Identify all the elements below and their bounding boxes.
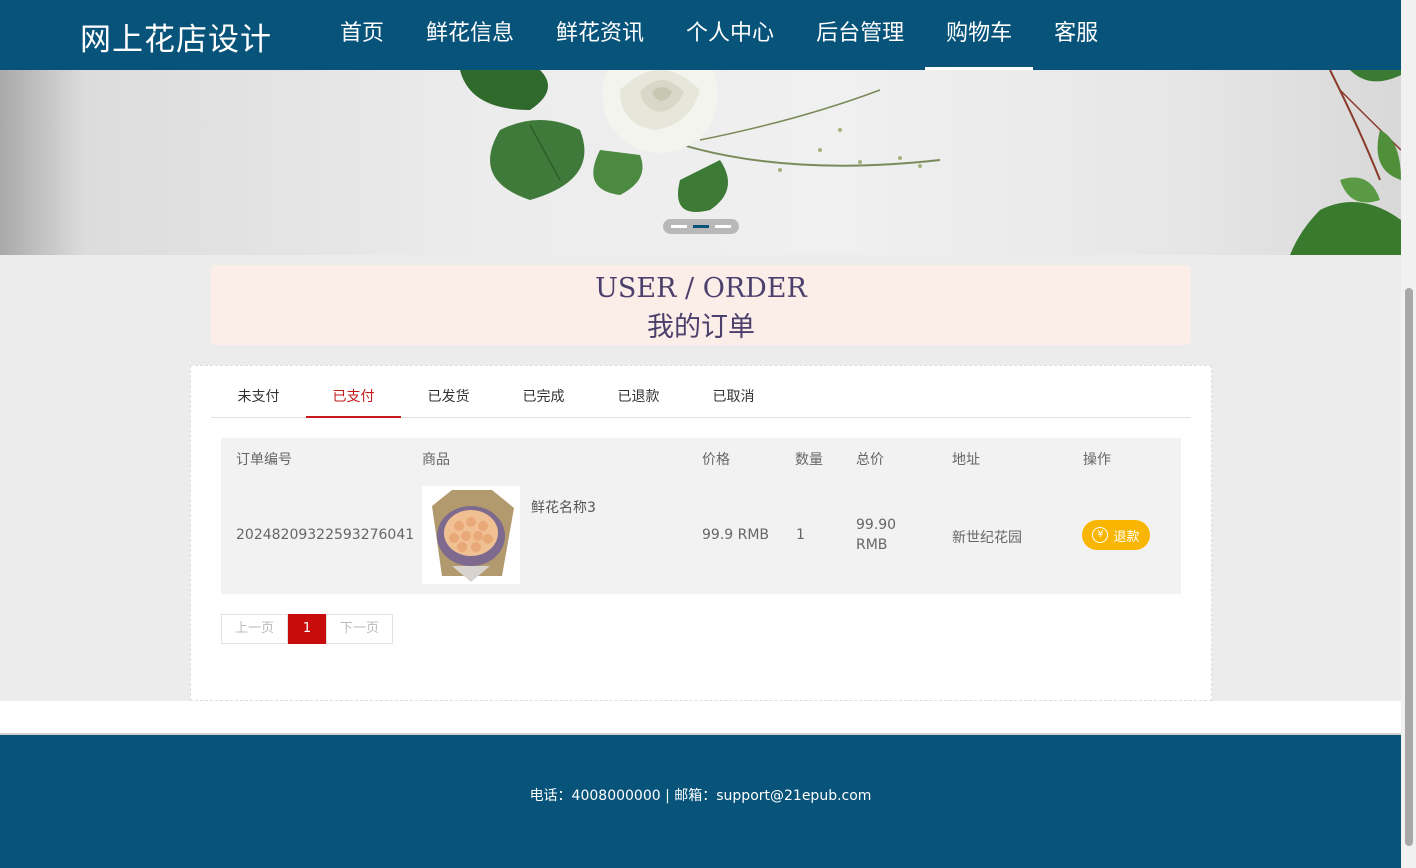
page-title-en: USER / ORDER <box>595 273 807 304</box>
nav-flower-info[interactable]: 鲜花信息 <box>405 0 535 70</box>
quantity: 1 <box>796 527 805 543</box>
site-footer: 电话：4008000000 | 邮箱：support@21epub.com <box>0 733 1401 868</box>
main-nav: 首页 鲜花信息 鲜花资讯 个人中心 后台管理 购物车 客服 <box>319 0 1119 70</box>
next-page-button[interactable]: 下一页 <box>326 614 393 644</box>
main-content: USER / ORDER 我的订单 未支付 已支付 已发货 已完成 已退款 已取… <box>0 255 1401 701</box>
yen-icon: ¥ <box>1092 527 1109 543</box>
prev-page-button[interactable]: 上一页 <box>221 614 288 644</box>
nav-admin[interactable]: 后台管理 <box>795 0 925 70</box>
nav-home[interactable]: 首页 <box>319 0 405 70</box>
nav-cart[interactable]: 购物车 <box>925 0 1034 70</box>
refund-button[interactable]: ¥ 退款 <box>1082 520 1150 550</box>
site-header: 网上花店设计 首页 鲜花信息 鲜花资讯 个人中心 后台管理 购物车 客服 <box>0 0 1401 70</box>
carousel-dot-active[interactable] <box>693 225 709 228</box>
carousel-dot[interactable] <box>671 225 687 228</box>
order-card: 未支付 已支付 已发货 已完成 已退款 已取消 订单编号 商品 价格 数量 总价… <box>190 365 1212 701</box>
total-amount: 99.90 <box>856 517 897 533</box>
nav-personal-center[interactable]: 个人中心 <box>665 0 795 70</box>
tab-cancelled[interactable]: 已取消 <box>686 380 781 417</box>
page-title-box: USER / ORDER 我的订单 <box>211 265 1191 345</box>
col-header-action: 操作 <box>1083 452 1111 468</box>
product-name[interactable]: 鲜花名称3 <box>531 497 596 517</box>
page-title-cn: 我的订单 <box>647 312 755 343</box>
order-number: 20248209322593276041 <box>236 527 415 543</box>
price: 99.9 RMB <box>702 527 770 543</box>
carousel-indicator <box>663 219 739 234</box>
col-header-qty: 数量 <box>795 452 823 468</box>
refund-label: 退款 <box>1113 529 1140 545</box>
tab-refunded[interactable]: 已退款 <box>591 380 686 417</box>
tab-shipped[interactable]: 已发货 <box>401 380 496 417</box>
carousel-dot[interactable] <box>715 225 731 228</box>
col-header-total: 总价 <box>856 452 884 468</box>
site-brand[interactable]: 网上花店设计 <box>80 14 272 59</box>
order-table: 订单编号 商品 价格 数量 总价 地址 操作 20248209322593276… <box>221 438 1181 594</box>
nav-service[interactable]: 客服 <box>1033 0 1119 70</box>
hero-banner <box>0 70 1401 255</box>
footer-contact: 电话：4008000000 | 邮箱：support@21epub.com <box>529 788 872 804</box>
address: 新世纪花园 <box>952 530 1022 546</box>
pagination: 上一页 1 下一页 <box>221 614 393 644</box>
tab-unpaid[interactable]: 未支付 <box>211 380 306 417</box>
order-status-tabs: 未支付 已支付 已发货 已完成 已退款 已取消 <box>211 380 1191 418</box>
page-scrollbar[interactable] <box>1401 0 1416 868</box>
nav-flower-news[interactable]: 鲜花资讯 <box>535 0 665 70</box>
scrollbar-thumb[interactable] <box>1405 288 1413 846</box>
col-header-order-no: 订单编号 <box>236 452 292 468</box>
product-thumbnail[interactable] <box>422 486 520 584</box>
page-number-current[interactable]: 1 <box>288 614 326 644</box>
tab-paid[interactable]: 已支付 <box>306 380 401 418</box>
col-header-price: 价格 <box>702 452 730 468</box>
total-unit: RMB <box>856 537 888 553</box>
col-header-address: 地址 <box>952 452 980 468</box>
tab-completed[interactable]: 已完成 <box>496 380 591 417</box>
col-header-product: 商品 <box>422 452 450 468</box>
